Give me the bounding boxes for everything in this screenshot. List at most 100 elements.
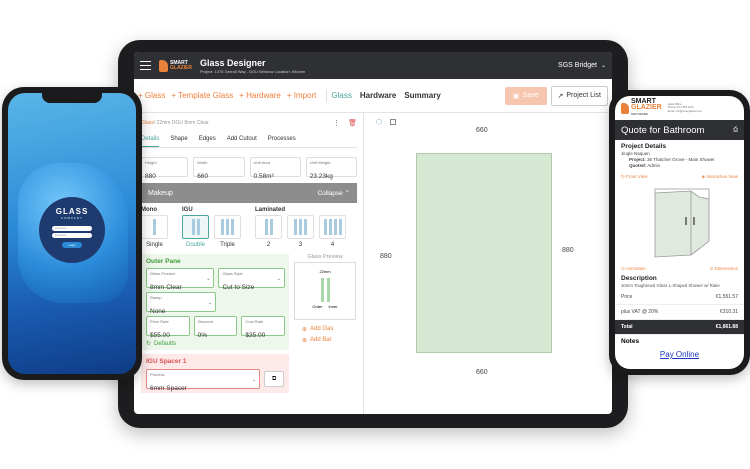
breadcrumb-current: / 22mm DGU 8mm Clear [153,120,209,126]
user-name: SGS Bridget [558,62,597,69]
print-icon[interactable]: ⎙ [733,127,738,134]
chevron-down-icon: ⌄ [276,276,281,282]
subtab-processes[interactable]: Processes [268,136,296,147]
add-glass-button[interactable]: + Glass [138,91,165,100]
quote-header: SMART GLAZIER SOFTWARE Head Office Phone: … [615,96,744,120]
subtab-shape[interactable]: Shape [170,136,187,147]
front-view-button[interactable]: ↻ Front View [621,174,647,180]
save-icon: ▣ [512,92,520,100]
username-input[interactable]: Username [52,226,92,231]
designer-navbar: + Glass + Template Glass + Hardware + Im… [134,79,612,113]
canvas-toolbar: ⬡ [376,118,397,126]
add-hardware-button[interactable]: + Hardware [239,91,281,100]
cube-icon[interactable]: ⬡ [376,118,382,126]
user-menu[interactable]: SGS Bridget ⌄ [558,62,606,69]
app-title-block: Glass Designer Project: 1275 Gerrall Way… [200,58,305,74]
marketing-stage: SMART GLAZIER Glass Designer Project: 127… [0,0,750,469]
password-input[interactable]: Password [52,233,92,238]
makeup-header[interactable]: Makeup Collapse ⌃ [141,183,357,203]
save-button[interactable]: ▣ Save [504,86,547,105]
bottom-dimension: 660 [476,369,488,376]
unit-weight-field: Unit Weight 23.23kg [305,157,357,180]
client-name: Jingle Naquen [621,151,650,156]
mono-heading: Mono [141,207,157,213]
add-template-glass-button[interactable]: + Template Glass [171,91,233,100]
add-bar-button[interactable]: ⊕ Add Bar [294,337,356,344]
breadcrumb: Glass / 22mm DGU 8mm Clear ⋮ 🗑 [141,119,357,127]
project-details-heading: Project Details [621,143,667,150]
type-triple[interactable]: Triple [214,215,241,248]
glass-style-select[interactable]: Glass Style Cut to Size ⌄ [218,268,285,291]
subtab-edges[interactable]: Edges [199,136,216,147]
interactive-view-button[interactable]: ◈ Interactive View [702,174,738,180]
tab-glass[interactable]: Glass [331,91,351,100]
project-line: Project: 36 Thatcher Grove - Main Shower [629,157,715,162]
glass-preview-box: 22mm Outer Inner [294,262,356,320]
left-dimension: 880 [380,253,392,260]
discount-field[interactable]: Discount 0% [193,316,238,339]
animation-button[interactable]: ⊙ Animation [621,266,646,272]
type-laminated-3[interactable]: 3 [287,215,314,248]
glass-preview-title: Glass Preview [307,254,343,260]
makeup-title: Makeup [148,189,173,197]
chevron-down-icon: ⌄ [252,377,257,383]
type-laminated-2[interactable]: 2 [255,215,282,248]
glass-designer-app: SMART GLAZIER Glass Designer Project: 127… [134,52,612,414]
top-dimension: 660 [476,127,488,134]
plus-circle-icon: ⊕ [302,338,308,344]
mono-group: Mono Single [141,207,168,248]
stamp-select[interactable]: Stamp None ⌄ [146,292,216,315]
brand-subtitle: COMPANY [61,216,83,220]
notes-heading: Notes [621,338,640,345]
type-single[interactable]: Single [141,215,168,248]
checkbox-icon[interactable] [390,119,397,125]
tab-hardware[interactable]: Hardware [360,91,396,100]
height-field[interactable]: Height 880 [141,157,189,180]
dimension-fields: Height 880 Width 660 Unit Area 0.58m² Un… [141,157,357,180]
smart-glazier-logo: SMART GLAZIER [159,59,192,72]
cost-rate-field[interactable]: Cost Rate $35.00 [241,316,286,339]
vat-row: plus VAT @ 20% €310.31 [615,305,744,320]
height-label: Height [145,160,157,165]
collapse-toggle[interactable]: Collapse ⌃ [317,189,350,197]
price-row: Price €1,551.57 [615,290,744,305]
app-title: Glass Designer [199,57,266,68]
more-icon[interactable]: ⋮ [333,119,340,127]
description-text: 10mm Toughened Glass L-Shaped Shower w/ … [621,283,720,288]
tab-summary[interactable]: Summary [404,91,440,100]
type-laminated-4[interactable]: 4 [319,215,346,248]
company-contact: Head Office Phone: 09 X 556 6222 Email: … [667,103,703,113]
add-gas-button[interactable]: ⊕ Add Gas [294,326,356,333]
outer-pane-card: Outer Pane Glass Product 8mm Clear ⌄ Gla… [141,254,289,350]
quoted-line: Quoted: Admin [629,163,661,168]
save-label: Save [522,92,539,99]
width-field[interactable]: Width 660 [193,157,245,180]
glass-product-select[interactable]: Glass Product 8mm Clear ⌄ [146,268,215,291]
subtab-add-cutout[interactable]: Add Cutout [227,136,257,147]
price-rate-field[interactable]: Price Rate $55.00 [146,316,190,339]
trash-icon[interactable]: 🗑 [348,119,357,127]
subtab-details[interactable]: Details [141,136,160,147]
shower-render [621,183,738,263]
outer-pane-row: Outer Pane Glass Product 8mm Clear ⌄ Gla… [141,254,357,350]
unit-area-label: Unit Area [253,160,270,165]
total-row: Total €1,861.88 [615,320,744,335]
unit-area-field: Unit Area 0.58m² [249,157,301,180]
breadcrumb-root[interactable]: Glass [141,120,154,126]
spacer-process-select[interactable]: Process 6mm Spacer ⌄ [146,369,261,392]
design-canvas[interactable]: ⬡ 660 880 880 660 [364,113,612,414]
dimensions-button[interactable]: ⊙ Dimensions [709,266,738,272]
menu-icon[interactable] [140,61,151,70]
import-button[interactable]: + Import [287,91,317,100]
height-value: 880 [145,173,156,180]
project-details: Project Details Jingle Naquen Project: 3… [615,140,744,171]
width-value: 660 [197,173,209,180]
login-button[interactable]: Login [62,242,82,248]
project-list-button[interactable]: ↗ Project List [550,85,608,106]
glass-panel-shape[interactable] [416,153,552,353]
shower-illustration [654,188,709,258]
pay-online-link[interactable]: Pay Online [615,350,744,359]
login-screen: GLASS COMPANY Username Password Login [8,93,136,374]
type-double[interactable]: Double [182,215,209,248]
copy-icon[interactable]: ⧉ [264,371,284,387]
